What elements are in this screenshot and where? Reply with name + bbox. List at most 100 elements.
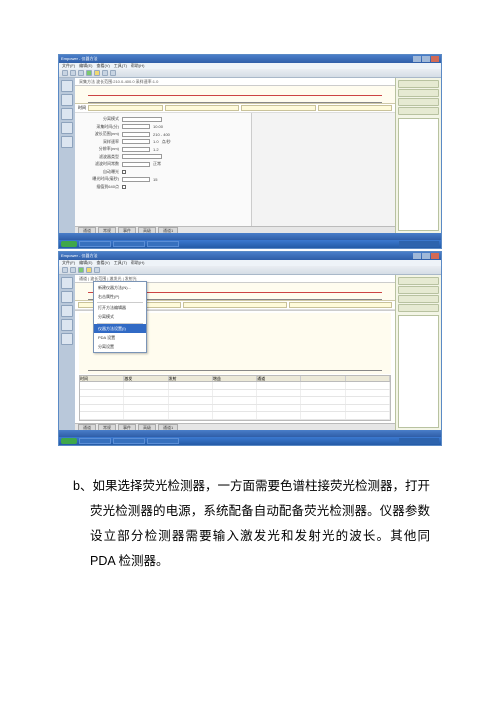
context-menu-item[interactable]: PDA 设置	[94, 333, 146, 342]
context-menu-item[interactable]: 新建仪器方法(N)...	[94, 283, 146, 292]
rail-button[interactable]	[61, 94, 73, 106]
context-menu-item-selected[interactable]: 仪器方法设置(I)	[94, 324, 146, 333]
toolbar-pause-icon[interactable]	[86, 267, 92, 273]
system-tray[interactable]	[399, 438, 439, 444]
bottom-tabs: 通道 常规 事件 高级 通道1	[75, 423, 395, 430]
right-panel-button[interactable]	[398, 295, 439, 303]
param-label: 滤波时间常数	[79, 161, 119, 167]
minimize-button[interactable]	[413, 56, 421, 62]
close-button[interactable]	[431, 253, 439, 259]
start-button[interactable]	[61, 438, 77, 444]
rail-button[interactable]	[61, 291, 73, 303]
left-tool-rail	[59, 78, 75, 233]
gradient-cell[interactable]	[318, 105, 393, 111]
rail-button[interactable]	[61, 136, 73, 148]
gradient-row: 时间	[75, 104, 395, 113]
right-panel	[395, 275, 441, 430]
parameter-preview	[251, 113, 395, 226]
chromatogram-header: 采集方法 波长范围:210.0-400.0 采样速率:1.0	[75, 78, 395, 86]
toolbar-btn[interactable]	[102, 70, 108, 76]
minimize-button[interactable]	[413, 253, 421, 259]
grid-row[interactable]	[80, 397, 390, 405]
right-panel-list[interactable]	[398, 118, 439, 231]
toolbar-btn[interactable]	[110, 70, 116, 76]
tab-ch1[interactable]: 通道1	[158, 424, 178, 430]
grid-row[interactable]	[80, 405, 390, 413]
toolbar-pause-icon[interactable]	[94, 70, 100, 76]
rail-button[interactable]	[61, 122, 73, 134]
toolbar-btn[interactable]	[70, 267, 76, 273]
maximize-button[interactable]	[422, 253, 430, 259]
separation-mode-select[interactable]	[122, 117, 162, 122]
start-button[interactable]	[61, 241, 77, 247]
right-panel-button[interactable]	[398, 286, 439, 294]
context-menu-item[interactable]: 打开方法编辑器	[94, 304, 146, 313]
grid-col	[301, 376, 345, 381]
exposure-time-input[interactable]	[122, 177, 150, 182]
taskbar-item[interactable]	[79, 438, 111, 444]
param-label: 插值到640点	[79, 184, 119, 190]
context-menu-item[interactable]: 分离模式	[94, 313, 146, 322]
toolbar-btn[interactable]	[94, 267, 100, 273]
grid-row[interactable]	[80, 412, 390, 420]
chromatogram-plot[interactable]	[75, 86, 395, 104]
gradient-cell[interactable]	[289, 302, 392, 308]
taskbar-item[interactable]	[113, 438, 145, 444]
rail-button[interactable]	[61, 108, 73, 120]
toolbar-btn[interactable]	[78, 70, 84, 76]
content-area: 采集方法 波长范围:210.0-400.0 采样速率:1.0 时间 分离模式 采…	[59, 78, 441, 233]
rail-button[interactable]	[61, 305, 73, 317]
taskbar-item[interactable]	[79, 241, 111, 247]
grid-row[interactable]	[80, 390, 390, 398]
window-titlebar: Empower - 仪器方法	[59, 252, 441, 260]
filter-type-select[interactable]	[122, 154, 162, 159]
filter-const-input[interactable]	[122, 162, 150, 167]
time-program-grid[interactable]: 时间 激发 发射 增益 通道	[79, 375, 391, 421]
wavelength-range-input[interactable]	[122, 132, 150, 137]
gradient-cell[interactable]	[183, 302, 286, 308]
maximize-button[interactable]	[422, 56, 430, 62]
windows-taskbar	[59, 437, 441, 445]
auto-exposure-checkbox[interactable]	[122, 170, 126, 174]
right-panel-button[interactable]	[398, 80, 439, 88]
system-tray[interactable]	[399, 241, 439, 247]
param-value: 10.00	[153, 124, 163, 129]
rail-button[interactable]	[61, 80, 73, 92]
param-label: 采样速率	[79, 139, 119, 145]
context-menu-item[interactable]: 右击属性(P)	[94, 292, 146, 301]
right-panel-button[interactable]	[398, 107, 439, 115]
gradient-cell[interactable]	[165, 105, 240, 111]
toolbar-btn[interactable]	[62, 70, 68, 76]
param-value: 1.0	[153, 139, 159, 144]
param-label: 滤波器类型	[79, 154, 119, 160]
rail-button[interactable]	[61, 277, 73, 289]
right-panel-button[interactable]	[398, 304, 439, 312]
context-menu-item[interactable]: 分离设置	[94, 342, 146, 351]
toolbar-btn[interactable]	[62, 267, 68, 273]
right-panel-list[interactable]	[398, 315, 439, 428]
tab-advanced[interactable]: 高级	[138, 424, 156, 430]
rail-button[interactable]	[61, 333, 73, 345]
gradient-cell[interactable]	[88, 105, 163, 111]
taskbar-item[interactable]	[147, 438, 179, 444]
grid-row[interactable]	[80, 382, 390, 390]
gradient-cell[interactable]	[241, 105, 316, 111]
toolbar-run-icon[interactable]	[86, 70, 92, 76]
toolbar-btn[interactable]	[70, 70, 76, 76]
tab-events[interactable]: 事件	[118, 424, 136, 430]
rail-button[interactable]	[61, 319, 73, 331]
right-panel-button[interactable]	[398, 89, 439, 97]
interpolate-checkbox[interactable]	[122, 185, 126, 189]
right-panel-button[interactable]	[398, 277, 439, 285]
right-panel-button[interactable]	[398, 98, 439, 106]
resolution-input[interactable]	[122, 147, 150, 152]
param-value: 210 - 400	[153, 132, 170, 137]
sample-rate-input[interactable]	[122, 139, 150, 144]
acq-time-input[interactable]	[122, 124, 150, 129]
taskbar-item[interactable]	[147, 241, 179, 247]
toolbar-run-icon[interactable]	[78, 267, 84, 273]
taskbar-item[interactable]	[113, 241, 145, 247]
tab-channel[interactable]: 通道	[78, 424, 96, 430]
close-button[interactable]	[431, 56, 439, 62]
tab-general[interactable]: 常规	[98, 424, 116, 430]
